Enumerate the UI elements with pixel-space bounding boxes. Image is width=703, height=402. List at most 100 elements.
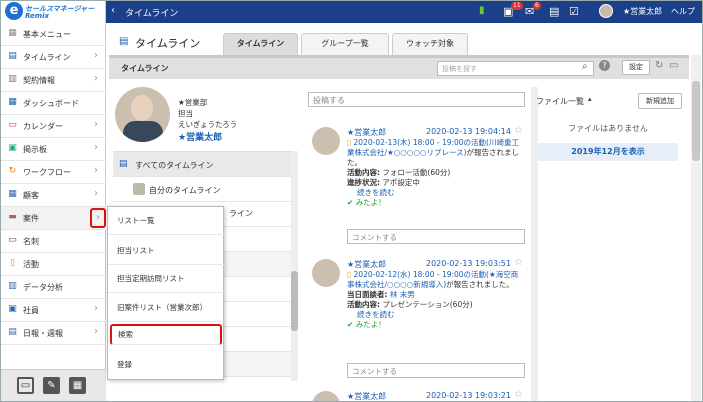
comment-input[interactable]: コメントする — [347, 363, 525, 378]
profile-role: 担当 — [178, 109, 193, 118]
post-date[interactable]: 2020-02-13 19:03:21 — [426, 391, 511, 400]
sidebar-item-basic-menu[interactable]: ▦ 基本メニュー — [1, 23, 106, 46]
sidebar-item-contract[interactable]: ▥ 契約情報 › — [1, 69, 106, 92]
star-icon[interactable]: ☆ — [514, 125, 523, 136]
post-avatar[interactable] — [312, 391, 340, 401]
activity-icon: ▯ — [10, 258, 15, 268]
new-file-button[interactable]: 新規追加 — [638, 93, 682, 109]
field-value-link[interactable]: 林 末男 — [390, 290, 415, 299]
feed-scrollbar[interactable] — [531, 87, 538, 401]
activity-icon: ▯ — [347, 138, 352, 147]
post-suffix: が報告されました。 — [446, 280, 514, 289]
sidebar-item-label: 掲示板 — [23, 145, 47, 154]
refresh-icon[interactable]: ↻ — [655, 60, 663, 71]
menu-item-my-list[interactable]: 担当リスト — [108, 237, 225, 265]
sidebar-item-label: ワークフロー — [23, 168, 71, 177]
post-body: ▯ 2020-02-12(水) 18:00 - 19:00の活動(★海空商事株式… — [347, 270, 525, 330]
menu-item-register[interactable]: 登録 — [108, 351, 225, 379]
chevron-right-icon: › — [94, 73, 98, 84]
grid-icon: ▦ — [8, 28, 17, 38]
chat-icon[interactable]: ▣ 11 — [503, 2, 523, 18]
settings-button[interactable]: 設定 — [622, 60, 650, 75]
chevron-right-icon: › — [94, 142, 98, 153]
chevron-right-icon: › — [94, 119, 98, 130]
sidebar-item-customer[interactable]: ▦ 顧客 › — [1, 184, 106, 207]
post-author[interactable]: ★営業太郎 — [347, 127, 386, 138]
timeline-partial-label: ライン — [229, 209, 253, 218]
timeline-mine-label: 自分のタイムライン — [149, 186, 221, 195]
profile-name[interactable]: ★営業太郎 — [178, 130, 222, 143]
app-logo[interactable]: e セールスマネージャー Remix — [1, 1, 106, 23]
sidebar-item-label: データ分析 — [23, 283, 63, 292]
like-button[interactable]: みたよ！ — [356, 198, 386, 207]
like-button[interactable]: みたよ！ — [356, 320, 386, 329]
user-avatar[interactable] — [599, 4, 613, 18]
timeline-icon: ▤ — [8, 51, 17, 61]
check-icon: ✔ — [347, 198, 354, 207]
sidebar-item-calendar[interactable]: ▭ カレンダー › — [1, 115, 106, 138]
sidebar-item-staff[interactable]: ▣ 社員 › — [1, 299, 106, 322]
star-icon[interactable]: ☆ — [514, 257, 523, 268]
page-scrollbar[interactable] — [691, 55, 701, 401]
sidebar-item-workflow[interactable]: ↻ ワークフロー › — [1, 161, 106, 184]
post-avatar[interactable] — [312, 259, 340, 287]
sidebar-item-label: タイムライン — [23, 53, 71, 62]
wrench-icon[interactable]: ✎ — [43, 377, 60, 394]
show-month-link[interactable]: 2019年12月を表示 — [538, 143, 678, 161]
chevron-right-icon: › — [94, 326, 98, 337]
post-input[interactable]: 投稿する — [308, 92, 525, 107]
logo-line2: Remix — [25, 12, 49, 20]
menu-item-old-deals-list[interactable]: 旧案件リスト（営業次郎） — [108, 294, 225, 322]
menu-item-search[interactable]: 検索 — [110, 324, 222, 345]
comment-input[interactable]: コメントする — [347, 229, 525, 244]
post-date[interactable]: 2020-02-13 19:04:14 — [426, 127, 511, 136]
timeline-all-label: すべてのタイムライン — [135, 161, 214, 170]
list-item[interactable] — [113, 377, 297, 401]
workflow-icon: ↻ — [8, 166, 17, 176]
checklist-icon[interactable]: ☑ — [569, 5, 579, 18]
activity-icon: ▯ — [347, 270, 352, 279]
list-item[interactable]: ▤ すべてのタイムライン — [113, 152, 297, 177]
card-icon: ▭ — [8, 235, 17, 245]
search-icon[interactable]: ⌕ — [582, 61, 588, 72]
list-item[interactable]: 自分のタイムライン — [113, 177, 297, 202]
tab-timeline[interactable]: タイムライン — [223, 33, 298, 55]
deals-expand-chevron-icon[interactable]: › — [90, 208, 106, 228]
chevron-left-icon[interactable]: ‹ — [111, 5, 115, 16]
sidebar-item-reports[interactable]: ▤ 日報・週報 › — [1, 322, 106, 345]
sidebar-item-activity[interactable]: ▯ 活動 — [1, 253, 106, 276]
sidebar-item-cards[interactable]: ▭ 名刺 — [1, 230, 106, 253]
post-author[interactable]: ★営業太郎 — [347, 391, 386, 401]
sidebar-item-timeline[interactable]: ▤ タイムライン › — [1, 46, 106, 69]
sidebar-item-dashboard[interactable]: ▦ ダッシュボード — [1, 92, 106, 115]
sidebar-item-board[interactable]: ▣ 掲示板 › — [1, 138, 106, 161]
help-circle-icon[interactable]: ? — [599, 60, 610, 71]
menu-item-list[interactable]: リスト一覧 — [108, 207, 225, 235]
post-author[interactable]: ★営業太郎 — [347, 259, 386, 270]
read-more-link[interactable]: 続きを読む — [347, 310, 525, 320]
sidebar-item-label: 活動 — [23, 260, 39, 269]
window-toggle-icon[interactable]: ▭ — [669, 60, 678, 71]
window-icon[interactable]: ▭ — [17, 377, 34, 394]
post-date[interactable]: 2020-02-13 19:03:51 — [426, 259, 511, 268]
menu-item-regular-visit-list[interactable]: 担当定期訪問リスト — [108, 265, 225, 293]
tab-watch[interactable]: ウォッチ対象 — [392, 33, 468, 55]
apps-grid-icon[interactable]: ▦ — [69, 377, 86, 394]
sidebar-item-analytics[interactable]: ▥ データ分析 — [1, 276, 106, 299]
read-more-link[interactable]: 続きを読む — [347, 188, 525, 198]
mail-icon[interactable]: ✉ 6 — [525, 2, 541, 18]
star-icon[interactable]: ☆ — [514, 389, 523, 400]
post-avatar[interactable] — [312, 127, 340, 155]
sidebar-item-label: 契約情報 — [23, 76, 55, 85]
post-search-input[interactable]: 投稿を探す — [437, 61, 594, 76]
help-link[interactable]: ヘルプ — [671, 6, 695, 17]
tab-groups[interactable]: グループ一覧 — [301, 33, 389, 55]
caret-up-icon[interactable]: ▴ — [588, 95, 592, 103]
profile-dept: ★営業部 — [178, 98, 208, 107]
user-name[interactable]: ★営業太郎 — [623, 6, 662, 17]
sidebar-item-deals[interactable]: ▬ 案件 › — [1, 207, 106, 230]
beginner-mark-icon[interactable]: ▮ — [479, 5, 485, 16]
files-title[interactable]: ファイル一覧 — [536, 96, 584, 107]
document-icon[interactable]: ▤ — [549, 5, 559, 18]
timeline-list-scrollbar[interactable] — [291, 151, 298, 381]
